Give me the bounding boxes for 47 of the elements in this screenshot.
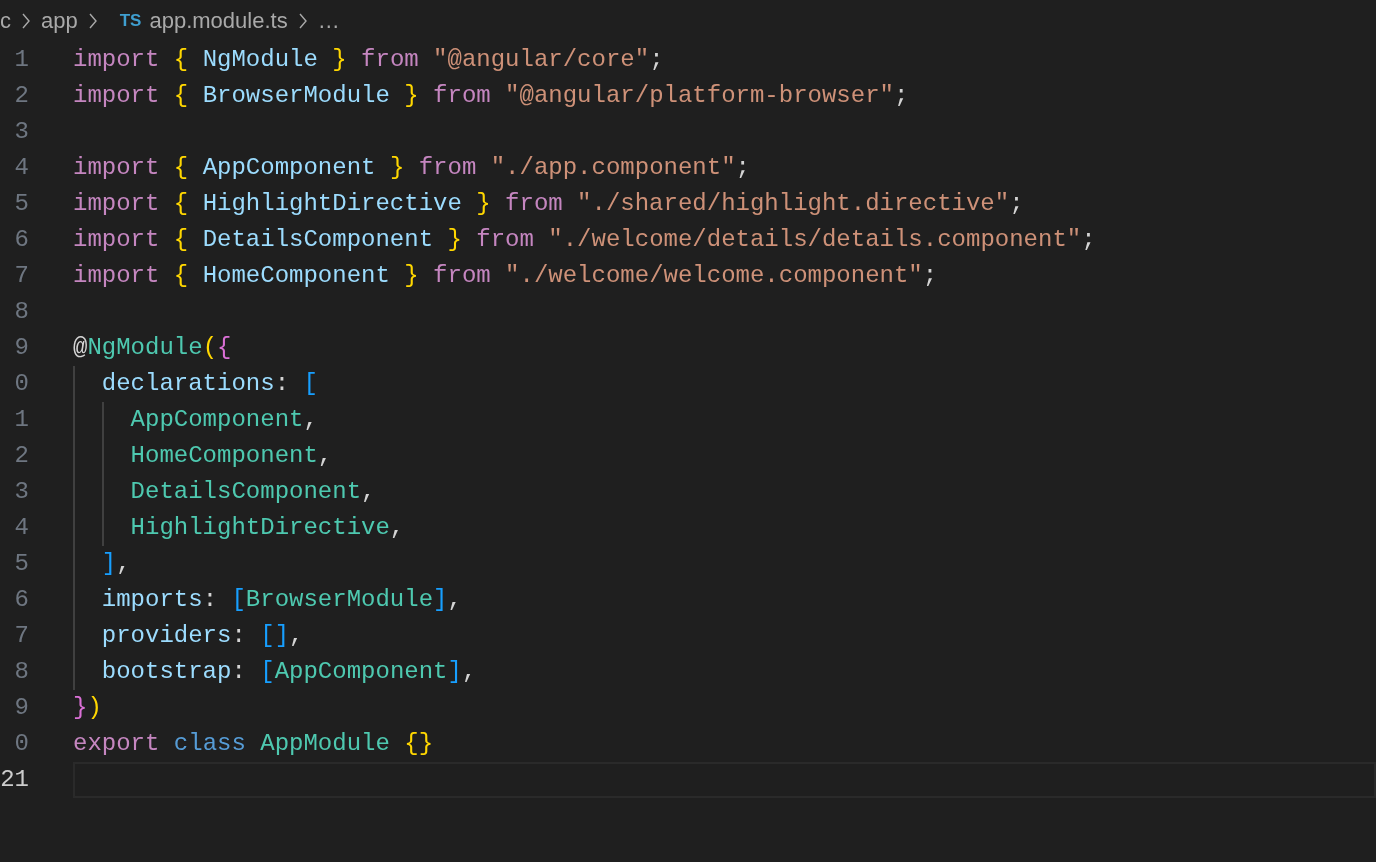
code-line: import { DetailsComponent } from "./welcome/details/details.component"; — [73, 226, 1096, 253]
breadcrumb-file[interactable]: app.module.ts — [149, 8, 288, 34]
line-number: 9 — [14, 694, 29, 722]
line-number: 21 — [0, 766, 29, 794]
line-number: 8 — [14, 658, 29, 686]
breadcrumb-item[interactable]: c — [0, 8, 11, 34]
line-number: 7 — [14, 622, 29, 650]
code-line: AppComponent, — [129, 406, 318, 433]
code-line: ], — [100, 550, 131, 577]
line-number: 6 — [14, 226, 29, 254]
code-line: @NgModule({ — [73, 334, 232, 361]
line-number: 0 — [14, 730, 29, 758]
line-number: 4 — [14, 514, 29, 542]
code-line: import { BrowserModule } from "@angular/platform-browser"; — [73, 82, 909, 109]
code-line: import { HighlightDirective } from "./shared/highlight.directive"; — [73, 190, 1024, 217]
line-number: 6 — [14, 586, 29, 614]
line-number: 2 — [14, 82, 29, 110]
line-number: 0 — [14, 370, 29, 398]
line-number: 7 — [14, 262, 29, 290]
code-line: DetailsComponent, — [129, 478, 376, 505]
code-line: HomeComponent, — [129, 442, 333, 469]
line-number: 1 — [14, 46, 29, 74]
line-number: 1 — [14, 406, 29, 434]
code-line: }) — [73, 694, 102, 721]
chevron-right-icon — [297, 12, 308, 30]
typescript-file-icon: TS — [119, 11, 142, 31]
line-number: 2 — [14, 442, 29, 470]
chevron-right-icon — [87, 12, 98, 30]
line-number: 9 — [14, 334, 29, 362]
line-number: 3 — [14, 118, 29, 146]
code-line: export class AppModule {} — [73, 730, 434, 757]
code-line: HighlightDirective, — [129, 514, 405, 541]
code-line: providers: [], — [100, 622, 304, 649]
code-line: import { AppComponent } from "./app.component"; — [73, 154, 750, 181]
line-number: 4 — [14, 154, 29, 182]
code-line: declarations: [ — [100, 370, 318, 397]
line-number: 3 — [14, 478, 29, 506]
line-number: 5 — [14, 190, 29, 218]
breadcrumb-item[interactable]: … — [317, 8, 340, 34]
line-number: 5 — [14, 550, 29, 578]
code-line: import { HomeComponent } from "./welcome/welcome.component"; — [73, 262, 938, 289]
code-line: imports: [BrowserModule], — [100, 586, 462, 613]
chevron-right-icon — [21, 12, 31, 30]
line-number: 8 — [14, 298, 29, 326]
code-line: import { NgModule } from "@angular/core"; — [73, 46, 664, 73]
code-line: bootstrap: [AppComponent], — [100, 658, 477, 685]
breadcrumb-item[interactable]: app — [41, 8, 78, 34]
